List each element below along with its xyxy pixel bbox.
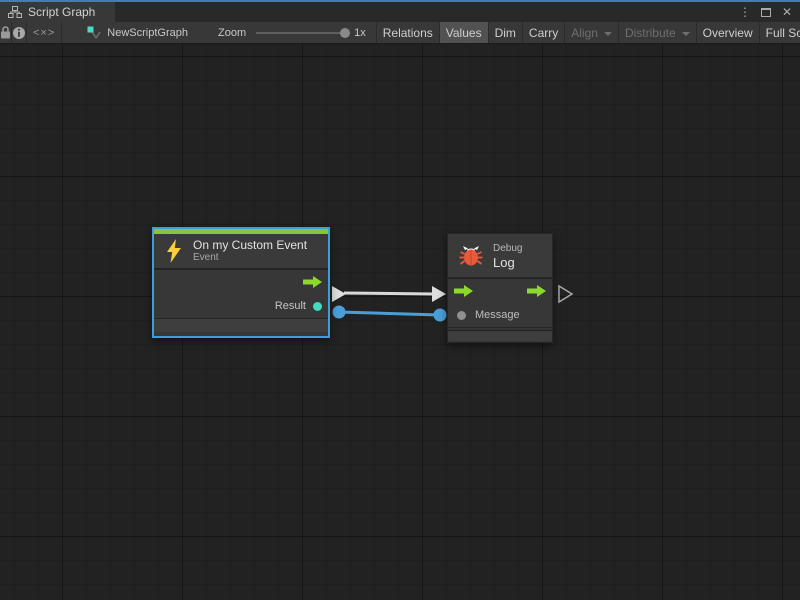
distribute-dropdown[interactable]: Distribute xyxy=(619,22,697,43)
graph-name-label: NewScriptGraph xyxy=(107,27,188,39)
node-body: Message xyxy=(448,279,552,328)
lock-icon xyxy=(0,26,11,39)
dim-button[interactable]: Dim xyxy=(489,22,523,43)
node-body: Result xyxy=(154,270,328,318)
port-label: Message xyxy=(475,309,520,321)
lock-button[interactable] xyxy=(0,22,12,43)
carry-button[interactable]: Carry xyxy=(523,22,565,43)
control-output-port[interactable] xyxy=(527,285,546,297)
control-output-port[interactable] xyxy=(303,276,322,288)
node-custom-event[interactable]: On my Custom Event Event Result xyxy=(152,227,330,338)
control-wire-end-arrow xyxy=(432,286,446,302)
node-header[interactable]: On my Custom Event Event xyxy=(154,234,328,270)
toolbar-toggle-group: Relations Values Dim Carry Align Distrib… xyxy=(376,22,800,43)
window-controls: ⋮ ✕ xyxy=(738,2,800,22)
info-icon xyxy=(12,26,26,40)
values-button[interactable]: Values xyxy=(440,22,489,43)
code-view-icon: <×> xyxy=(33,27,55,39)
maximize-icon[interactable] xyxy=(759,5,773,19)
value-output-row: Result xyxy=(154,294,328,318)
wires-layer xyxy=(0,44,800,600)
value-output-port[interactable] xyxy=(313,302,322,311)
graph-canvas[interactable]: On my Custom Event Event Result xyxy=(0,44,800,600)
graph-hierarchy-icon xyxy=(8,6,22,18)
node-title: Log xyxy=(493,255,522,270)
control-input-port[interactable] xyxy=(454,285,473,297)
align-dropdown[interactable]: Align xyxy=(565,22,619,43)
value-wire xyxy=(339,312,440,315)
script-graph-window: Script Graph ⋮ ✕ xyxy=(0,0,800,600)
node-footer xyxy=(448,330,552,341)
value-wire-start-dot xyxy=(333,306,346,319)
node-title: On my Custom Event xyxy=(193,238,307,252)
info-button[interactable] xyxy=(12,22,27,43)
bug-icon xyxy=(458,243,484,269)
graph-name-group[interactable]: NewScriptGraph xyxy=(87,22,188,43)
control-out-arrow-outline xyxy=(559,286,572,302)
chevron-down-icon xyxy=(682,32,690,36)
value-wire-end-dot xyxy=(434,309,447,322)
value-input-port[interactable] xyxy=(457,311,466,320)
code-view-button[interactable]: <×> xyxy=(27,22,62,43)
node-category: Debug xyxy=(493,242,522,255)
overview-button[interactable]: Overview xyxy=(697,22,760,43)
node-subtitle: Event xyxy=(193,252,307,264)
zoom-label: Zoom xyxy=(218,27,246,39)
tab-script-graph[interactable]: Script Graph xyxy=(0,2,115,22)
zoom-slider-track xyxy=(256,32,346,34)
fullscreen-button[interactable]: Full Screen xyxy=(760,22,800,43)
port-label: Result xyxy=(275,300,306,312)
node-header[interactable]: Debug Log xyxy=(448,234,552,279)
script-graph-asset-icon xyxy=(87,26,101,40)
lightning-bolt-icon xyxy=(164,239,184,263)
tab-bar: Script Graph ⋮ ✕ xyxy=(0,2,800,22)
node-debug-log[interactable]: Debug Log xyxy=(447,233,553,343)
close-icon[interactable]: ✕ xyxy=(780,5,794,19)
node-footer xyxy=(154,318,328,332)
control-wire-start-arrow xyxy=(332,286,346,302)
tab-title: Script Graph xyxy=(28,5,95,19)
value-input-row: Message xyxy=(448,303,552,327)
graph-toolbar: <×> NewScriptGraph Zoom 1x Relations Val… xyxy=(0,22,800,44)
control-ports-row xyxy=(448,279,552,303)
chevron-down-icon xyxy=(604,32,612,36)
control-wire xyxy=(344,293,434,294)
window-menu-icon[interactable]: ⋮ xyxy=(738,5,752,19)
zoom-value: 1x xyxy=(354,27,366,39)
control-output-row xyxy=(154,270,328,294)
zoom-control: Zoom 1x xyxy=(218,22,370,43)
zoom-slider-handle[interactable] xyxy=(340,28,350,38)
zoom-slider[interactable] xyxy=(256,22,346,44)
relations-button[interactable]: Relations xyxy=(377,22,440,43)
